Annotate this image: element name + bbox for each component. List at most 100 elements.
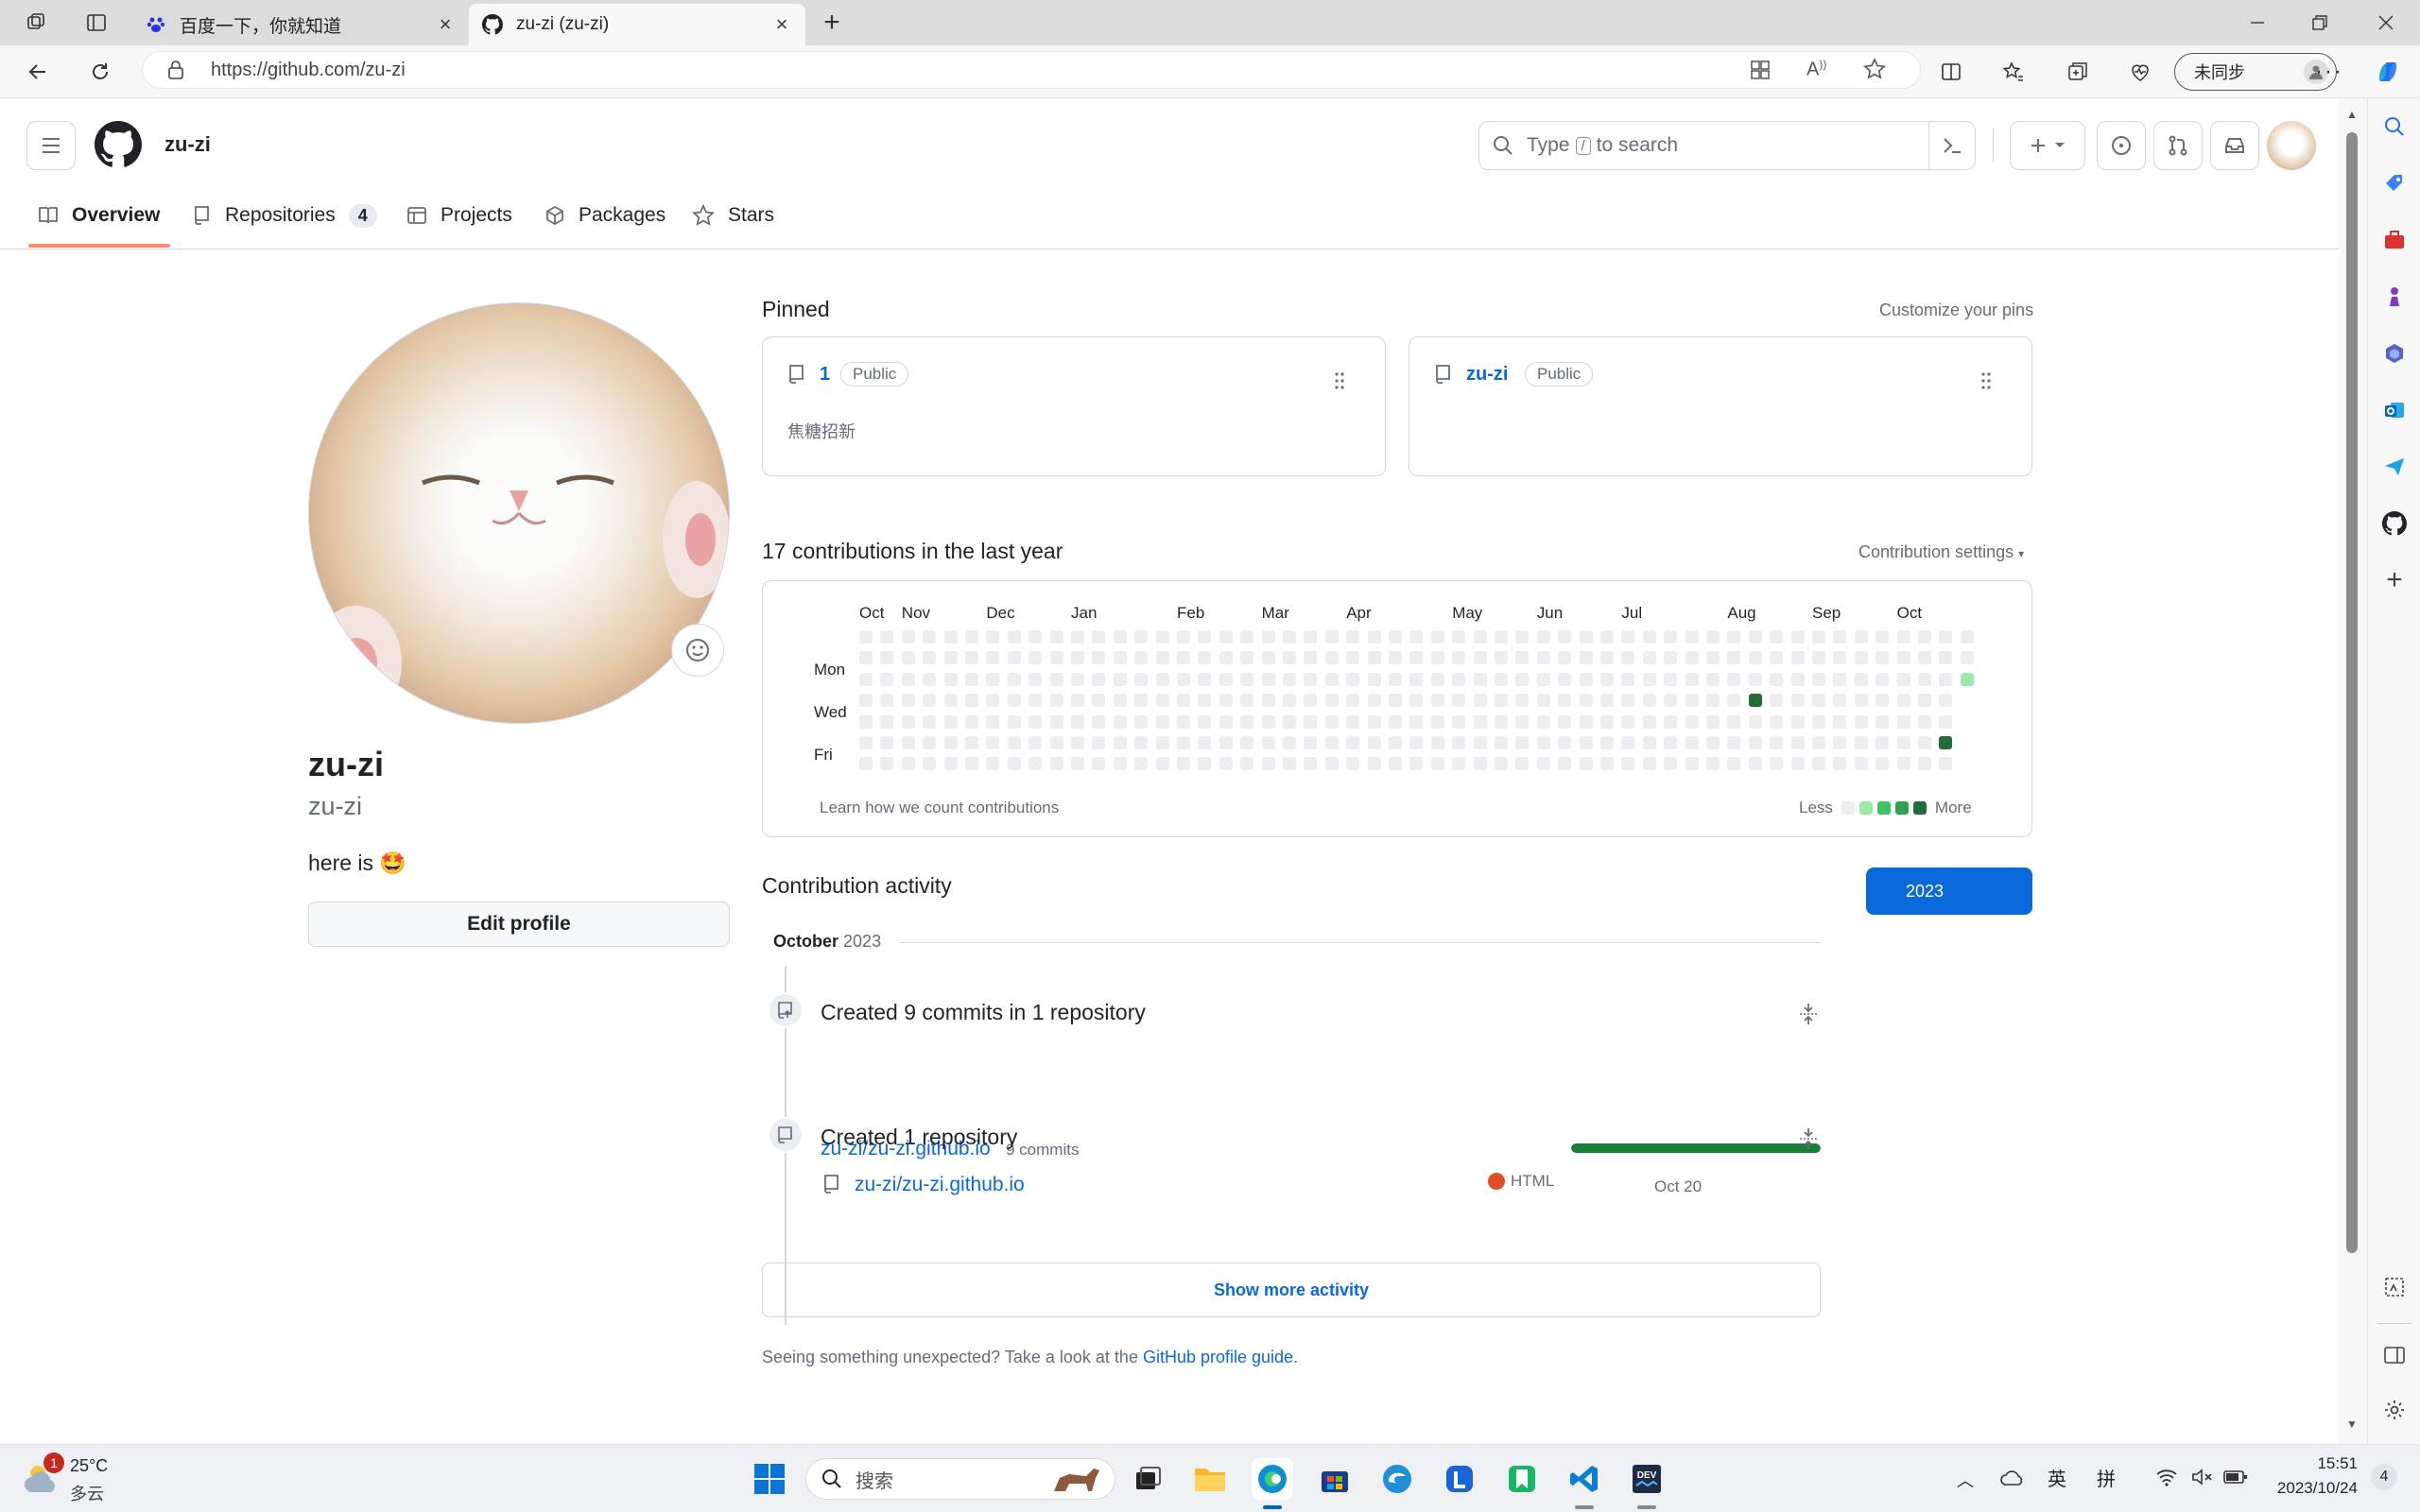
command-palette-icon[interactable] bbox=[1941, 134, 1963, 157]
contribution-day-cell[interactable] bbox=[1621, 630, 1635, 644]
contribution-day-cell[interactable] bbox=[1283, 736, 1296, 749]
contribution-day-cell[interactable] bbox=[1621, 757, 1635, 771]
contribution-day-cell[interactable] bbox=[1155, 672, 1169, 686]
contribution-day-cell[interactable] bbox=[1748, 757, 1762, 771]
contribution-day-cell[interactable] bbox=[1304, 757, 1318, 771]
contribution-day-cell[interactable] bbox=[1304, 736, 1318, 749]
contribution-day-cell[interactable] bbox=[1283, 694, 1296, 708]
contribution-day-cell[interactable] bbox=[1642, 672, 1656, 686]
contribution-day-cell[interactable] bbox=[901, 651, 915, 665]
contribution-day-cell[interactable] bbox=[1939, 714, 1953, 729]
contribution-day-cell[interactable] bbox=[1198, 651, 1212, 665]
contribution-day-cell[interactable] bbox=[1219, 672, 1233, 686]
contribution-day-cell[interactable] bbox=[1346, 672, 1360, 686]
settings-gear-icon[interactable] bbox=[2381, 1397, 2408, 1423]
contribution-day-cell[interactable] bbox=[1876, 651, 1890, 665]
contribution-day-cell[interactable] bbox=[1092, 694, 1106, 708]
contribution-day-cell[interactable] bbox=[1558, 714, 1572, 729]
contribution-day-cell[interactable] bbox=[1049, 672, 1063, 686]
contribution-day-cell[interactable] bbox=[1389, 672, 1402, 686]
address-bar[interactable]: https://github.com/zu-zi A)) bbox=[142, 51, 1921, 89]
contribution-day-cell[interactable] bbox=[1790, 694, 1805, 708]
contribution-day-cell[interactable] bbox=[1685, 651, 1699, 665]
microsoft365-icon[interactable] bbox=[2381, 340, 2408, 367]
show-hidden-icons-chevron-icon[interactable]: ︿ bbox=[1957, 1468, 1974, 1492]
url-text[interactable]: https://github.com/zu-zi bbox=[211, 60, 406, 81]
contribution-day-cell[interactable] bbox=[1790, 757, 1805, 771]
contribution-day-cell[interactable] bbox=[1113, 672, 1127, 686]
contribution-day-cell[interactable] bbox=[1028, 630, 1043, 644]
contribution-day-cell[interactable] bbox=[1430, 651, 1444, 665]
contribution-day-cell[interactable] bbox=[1664, 736, 1678, 749]
tab-overview[interactable]: Overview bbox=[38, 193, 160, 238]
contribution-day-cell[interactable] bbox=[965, 694, 978, 708]
contribution-day-cell[interactable] bbox=[1473, 736, 1487, 749]
contribution-settings-dropdown[interactable]: Contribution settings ▾ bbox=[1858, 542, 2024, 562]
contribution-day-cell[interactable] bbox=[1621, 694, 1635, 708]
github-logo-icon[interactable] bbox=[95, 121, 142, 168]
contribution-day-cell[interactable] bbox=[1770, 736, 1784, 749]
contribution-day-cell[interactable] bbox=[1579, 630, 1593, 644]
contribution-day-cell[interactable] bbox=[1261, 630, 1275, 644]
contribution-day-cell[interactable] bbox=[1579, 757, 1593, 771]
contribution-day-cell[interactable] bbox=[1304, 651, 1318, 665]
contribution-day-cell[interactable] bbox=[1600, 714, 1614, 729]
contribution-day-cell[interactable] bbox=[859, 714, 873, 729]
contribution-day-cell[interactable] bbox=[1558, 736, 1572, 749]
contribution-day-cell[interactable] bbox=[1833, 736, 1847, 749]
blue-app-icon[interactable] bbox=[1439, 1458, 1480, 1500]
contribution-day-cell[interactable] bbox=[1409, 651, 1424, 665]
contribution-day-cell[interactable] bbox=[986, 651, 1000, 665]
close-tab-icon[interactable]: × bbox=[771, 12, 792, 36]
contribution-day-cell[interactable] bbox=[943, 672, 958, 686]
contribution-day-cell[interactable] bbox=[1812, 736, 1825, 749]
contribution-day-cell[interactable] bbox=[986, 736, 1000, 749]
profile-avatar[interactable] bbox=[308, 302, 730, 724]
scrollbar-thumb[interactable] bbox=[2346, 132, 2358, 1253]
contribution-day-cell[interactable] bbox=[1558, 672, 1572, 686]
contribution-day-cell[interactable] bbox=[1876, 672, 1890, 686]
refresh-icon[interactable] bbox=[83, 55, 117, 89]
contribution-day-cell[interactable] bbox=[1113, 694, 1127, 708]
tab-baidu[interactable]: 百度一下，你就知道 × bbox=[132, 4, 469, 45]
contribution-day-cell[interactable] bbox=[1473, 714, 1487, 729]
hamburger-menu-icon[interactable] bbox=[26, 121, 76, 170]
contribution-day-cell[interactable] bbox=[1324, 672, 1339, 686]
contribution-day-cell[interactable] bbox=[1452, 651, 1466, 665]
contribution-day-cell[interactable] bbox=[1219, 630, 1233, 644]
contribution-day-cell[interactable] bbox=[1283, 714, 1296, 729]
contribution-day-cell[interactable] bbox=[1367, 630, 1381, 644]
contribution-day-cell[interactable] bbox=[1430, 736, 1444, 749]
contribution-day-cell[interactable] bbox=[943, 630, 958, 644]
header-username[interactable]: zu-zi bbox=[164, 132, 211, 157]
contribution-day-cell[interactable] bbox=[1876, 757, 1890, 771]
contribution-day-cell[interactable] bbox=[1430, 694, 1444, 708]
contribution-day-cell[interactable] bbox=[859, 630, 873, 644]
contribution-day-cell[interactable] bbox=[859, 672, 873, 686]
contribution-day-cell[interactable] bbox=[1134, 672, 1149, 686]
contribution-day-cell[interactable] bbox=[1367, 757, 1381, 771]
contribution-day-cell[interactable] bbox=[1876, 714, 1890, 729]
contribution-day-cell[interactable] bbox=[901, 736, 915, 749]
new-tab-plus-icon[interactable]: + bbox=[815, 6, 849, 40]
contribution-day-cell[interactable] bbox=[1198, 630, 1212, 644]
contribution-day-cell[interactable] bbox=[1409, 630, 1424, 644]
contribution-day-cell[interactable] bbox=[1346, 694, 1360, 708]
contribution-day-cell[interactable] bbox=[965, 714, 978, 729]
contribution-day-cell[interactable] bbox=[859, 694, 873, 708]
contribution-day-cell[interactable] bbox=[1324, 714, 1339, 729]
contribution-day-cell[interactable] bbox=[943, 757, 958, 771]
contribution-day-cell[interactable] bbox=[1495, 672, 1508, 686]
ime-mode-indicator[interactable]: 拼 bbox=[2097, 1464, 2116, 1491]
contribution-day-cell[interactable] bbox=[1028, 714, 1043, 729]
hide-sidebar-icon[interactable] bbox=[2381, 1342, 2408, 1368]
contribution-day-cell[interactable] bbox=[923, 630, 937, 644]
tab-stars[interactable]: Stars bbox=[692, 193, 774, 238]
contribution-day-cell[interactable] bbox=[1854, 651, 1868, 665]
contribution-day-cell[interactable] bbox=[1600, 694, 1614, 708]
contribution-day-cell[interactable] bbox=[1833, 672, 1847, 686]
battery-icon[interactable] bbox=[2223, 1469, 2248, 1485]
clock-date[interactable]: 2023/10/24 bbox=[2265, 1479, 2358, 1498]
contribution-day-cell[interactable] bbox=[1770, 714, 1784, 729]
contribution-day-cell[interactable] bbox=[923, 714, 937, 729]
